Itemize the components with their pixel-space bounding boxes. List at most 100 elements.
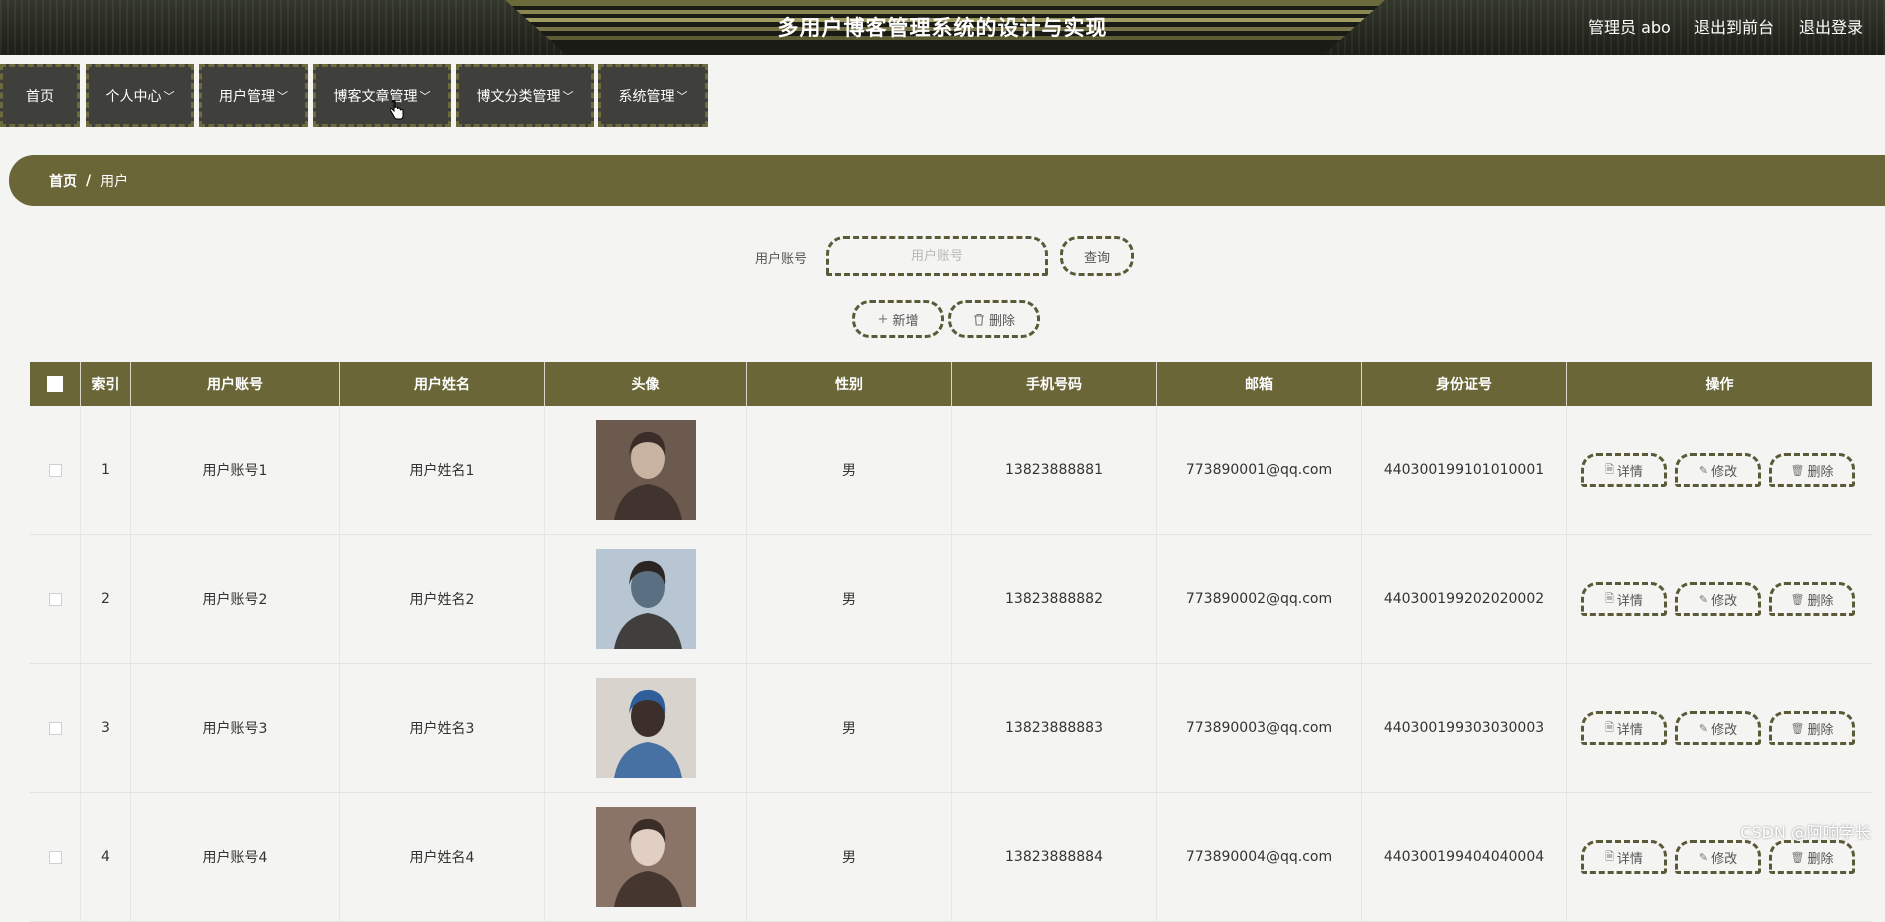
row-checkbox[interactable] bbox=[48, 463, 62, 477]
nav-item-label: 博客文章管理 bbox=[333, 88, 418, 105]
edit-button[interactable]: ✎ 修改 bbox=[1675, 453, 1761, 487]
detail-button-label: 详情 bbox=[1616, 593, 1643, 609]
header-name: 用户姓名 bbox=[340, 362, 545, 406]
pencil-icon: ✎ bbox=[1698, 850, 1709, 864]
detail-button[interactable]: 🗎 详情 bbox=[1581, 711, 1667, 745]
cell-gender: 男 bbox=[747, 793, 952, 921]
cell-actions: 🗎 详情 ✎ 修改 🗑 删除 bbox=[1567, 793, 1872, 921]
select-all-checkbox[interactable] bbox=[47, 376, 63, 392]
cell-actions: 🗎 详情 ✎ 修改 🗑 删除 bbox=[1567, 406, 1872, 534]
admin-user-label[interactable]: 管理员 abo bbox=[1588, 14, 1671, 38]
cell-name: 用户姓名4 bbox=[340, 793, 545, 921]
document-icon: 🗎 bbox=[1605, 462, 1614, 476]
cell-actions: 🗎 详情 ✎ 修改 🗑 删除 bbox=[1567, 535, 1872, 663]
nav-item-home[interactable]: 首页 bbox=[0, 64, 80, 127]
top-header: 多用户博客管理系统的设计与实现 管理员 abo 退出到前台 退出登录 bbox=[0, 0, 1885, 55]
cell-index: 2 bbox=[81, 535, 131, 663]
cell-avatar bbox=[545, 664, 747, 792]
document-icon: 🗎 bbox=[1605, 720, 1614, 734]
breadcrumb: 首页 / 用户 bbox=[9, 155, 1885, 206]
logout-link[interactable]: 退出登录 bbox=[1799, 14, 1863, 38]
add-button-label: 新增 bbox=[892, 313, 919, 329]
cell-avatar bbox=[545, 535, 747, 663]
batch-delete-button[interactable]: 删除 bbox=[948, 300, 1040, 338]
document-icon: 🗎 bbox=[1605, 849, 1614, 863]
header-select-all[interactable] bbox=[30, 362, 81, 406]
cell-email: 773890002@qq.com bbox=[1157, 535, 1362, 663]
header-gender: 性别 bbox=[747, 362, 952, 406]
chevron-down-icon: ﹀ bbox=[163, 89, 175, 103]
cell-name: 用户姓名3 bbox=[340, 664, 545, 792]
cell-index: 3 bbox=[81, 664, 131, 792]
row-delete-button[interactable]: 🗑 删除 bbox=[1769, 840, 1855, 874]
cell-avatar bbox=[545, 793, 747, 921]
cell-id-card: 440300199101010001 bbox=[1362, 406, 1567, 534]
edit-button-label: 修改 bbox=[1711, 464, 1738, 480]
edit-button[interactable]: ✎ 修改 bbox=[1675, 711, 1761, 745]
cell-id-card: 440300199404040004 bbox=[1362, 793, 1567, 921]
detail-button[interactable]: 🗎 详情 bbox=[1581, 582, 1667, 616]
detail-button[interactable]: 🗎 详情 bbox=[1581, 453, 1667, 487]
cell-id-card: 440300199303030003 bbox=[1362, 664, 1567, 792]
row-delete-button[interactable]: 🗑 删除 bbox=[1769, 453, 1855, 487]
pencil-icon: ✎ bbox=[1698, 721, 1709, 735]
edit-button[interactable]: ✎ 修改 bbox=[1675, 840, 1761, 874]
cell-name: 用户姓名1 bbox=[340, 406, 545, 534]
user-avatar-image bbox=[595, 807, 696, 907]
nav-item-system[interactable]: 系统管理 ﹀ bbox=[598, 64, 708, 127]
trash-icon: 🗑 bbox=[1790, 592, 1805, 606]
header-index: 索引 bbox=[81, 362, 131, 406]
nav-item-profile[interactable]: 个人中心 ﹀ bbox=[86, 64, 194, 127]
cell-gender: 男 bbox=[747, 535, 952, 663]
row-select-cell[interactable] bbox=[30, 406, 81, 534]
edit-button[interactable]: ✎ 修改 bbox=[1675, 582, 1761, 616]
pencil-icon: ✎ bbox=[1698, 592, 1709, 606]
nav-item-label: 博文分类管理 bbox=[476, 88, 561, 105]
nav-item-label: 系统管理 bbox=[618, 88, 675, 105]
breadcrumb-home[interactable]: 首页 bbox=[49, 171, 77, 191]
row-delete-button-label: 删除 bbox=[1807, 464, 1834, 480]
chevron-down-icon: ﹀ bbox=[562, 89, 574, 103]
nav-item-label: 用户管理 bbox=[219, 88, 275, 105]
row-checkbox[interactable] bbox=[48, 592, 62, 606]
header-actions: 操作 bbox=[1705, 377, 1734, 393]
search-input[interactable] bbox=[826, 236, 1048, 276]
trash-icon bbox=[973, 313, 984, 326]
row-select-cell[interactable] bbox=[30, 535, 81, 663]
row-delete-button-label: 删除 bbox=[1807, 593, 1834, 609]
row-checkbox[interactable] bbox=[48, 721, 62, 735]
table-row: 3 用户账号3 用户姓名3 男 13823888883 773890003@qq.com 4… bbox=[30, 664, 1872, 793]
cell-id-card: 440300199202020002 bbox=[1362, 535, 1567, 663]
cell-phone: 13823888884 bbox=[952, 793, 1157, 921]
search-label: 用户账号 bbox=[755, 252, 808, 267]
table-row: 1 用户账号1 用户姓名1 男 13823888881 773890001@qq.com 4… bbox=[30, 406, 1872, 535]
search-button-label: 查询 bbox=[1083, 250, 1110, 266]
cell-phone: 13823888883 bbox=[952, 664, 1157, 792]
add-button[interactable]: + 新增 bbox=[852, 300, 944, 338]
row-delete-button[interactable]: 🗑 删除 bbox=[1769, 582, 1855, 616]
row-checkbox[interactable] bbox=[48, 850, 62, 864]
table-header: 索引 用户账号 用户姓名 头像 性别 手机号码 邮箱 身份证号 操作 bbox=[30, 362, 1872, 406]
row-select-cell[interactable] bbox=[30, 793, 81, 921]
detail-button[interactable]: 🗎 详情 bbox=[1581, 840, 1667, 874]
cell-index: 4 bbox=[81, 793, 131, 921]
cell-name: 用户姓名2 bbox=[340, 535, 545, 663]
exit-to-front-link[interactable]: 退出到前台 bbox=[1694, 14, 1774, 38]
table-row: 2 用户账号2 用户姓名2 男 13823888882 773890002@qq.com 4… bbox=[30, 535, 1872, 664]
row-delete-button-label: 删除 bbox=[1807, 722, 1834, 738]
nav-item-blog-categories[interactable]: 博文分类管理 ﹀ bbox=[456, 64, 594, 127]
breadcrumb-current: 用户 bbox=[100, 173, 129, 190]
nav-item-label: 首页 bbox=[26, 88, 54, 105]
row-delete-button[interactable]: 🗑 删除 bbox=[1769, 711, 1855, 745]
row-select-cell[interactable] bbox=[30, 664, 81, 792]
cell-email: 773890004@qq.com bbox=[1157, 793, 1362, 921]
search-button[interactable]: 查询 bbox=[1060, 236, 1134, 276]
chevron-down-icon: ﹀ bbox=[419, 89, 431, 103]
edit-button-label: 修改 bbox=[1711, 722, 1738, 738]
cell-email: 773890003@qq.com bbox=[1157, 664, 1362, 792]
detail-button-label: 详情 bbox=[1616, 851, 1643, 867]
cell-account: 用户账号3 bbox=[131, 664, 340, 792]
nav-item-user-management[interactable]: 用户管理 ﹀ bbox=[199, 64, 308, 127]
cell-email: 773890001@qq.com bbox=[1157, 406, 1362, 534]
nav-item-blog-articles[interactable]: 博客文章管理 ﹀ bbox=[313, 64, 451, 127]
